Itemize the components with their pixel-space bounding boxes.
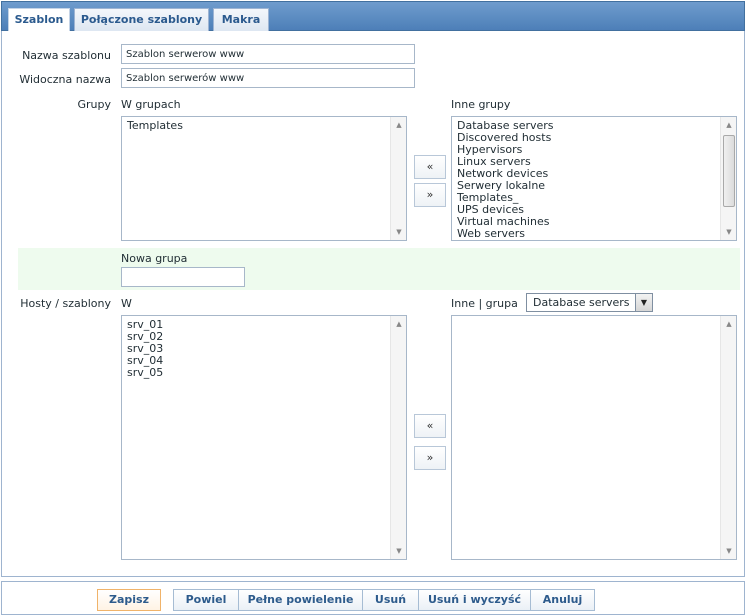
down-arrow-icon[interactable]: ▼ xyxy=(391,544,407,558)
down-arrow-icon[interactable]: ▼ xyxy=(721,225,737,239)
in-groups-listbox[interactable]: Templates ▲ ▼ xyxy=(121,116,407,241)
list-item[interactable]: srv_05 xyxy=(127,367,163,379)
hosts-in-label: W xyxy=(121,297,132,310)
down-arrow-icon[interactable]: ▼ xyxy=(721,544,737,558)
delete-and-clear-button[interactable]: Usuń i wyczyść xyxy=(418,589,531,611)
hosts-in-listbox[interactable]: srv_01 srv_02 srv_03 srv_04 srv_05 ▲ ▼ xyxy=(121,315,407,560)
hosts-in-items: srv_01 srv_02 srv_03 srv_04 srv_05 xyxy=(127,319,163,379)
other-groups-listbox[interactable]: Database servers Discovered hosts Hypervis… xyxy=(451,116,737,241)
clone-button[interactable]: Powiel xyxy=(173,589,239,611)
groups-label: Grupy xyxy=(77,98,111,111)
form-footer: Zapisz Powiel Pełne powielenie Usuń Usuń… xyxy=(1,581,745,615)
hosts-other-listbox[interactable]: ▲ ▼ xyxy=(451,315,737,560)
move-group-right-button[interactable]: » xyxy=(414,183,446,207)
group-select-value: Database servers xyxy=(533,296,630,309)
other-groups-items: Database servers Discovered hosts Hypervis… xyxy=(457,120,554,240)
dropdown-arrow-icon[interactable]: ▼ xyxy=(635,294,652,311)
save-button[interactable]: Zapisz xyxy=(97,589,161,611)
tab-linked-templates[interactable]: Połączone szablony xyxy=(74,8,209,32)
up-arrow-icon[interactable]: ▲ xyxy=(391,317,407,331)
hosts-other-scrollbar[interactable]: ▲ ▼ xyxy=(720,316,736,559)
template-name-input[interactable] xyxy=(121,44,415,64)
new-group-input[interactable] xyxy=(121,267,245,287)
move-host-left-button[interactable]: « xyxy=(414,414,446,438)
in-groups-label: W grupach xyxy=(121,98,181,111)
template-name-label: Nazwa szablonu xyxy=(22,49,111,62)
full-clone-button[interactable]: Pełne powielenie xyxy=(238,589,363,611)
visible-name-label: Widoczna nazwa xyxy=(19,73,111,86)
hosts-in-scrollbar[interactable]: ▲ ▼ xyxy=(390,316,406,559)
other-groups-label: Inne grupy xyxy=(451,98,511,111)
scrollbar-thumb[interactable] xyxy=(723,135,735,207)
down-arrow-icon[interactable]: ▼ xyxy=(391,225,407,239)
tab-template[interactable]: Szablon xyxy=(8,8,70,33)
cancel-button[interactable]: Anuluj xyxy=(530,589,595,611)
up-arrow-icon[interactable]: ▲ xyxy=(721,118,737,132)
hosts-other-label: Inne | grupa xyxy=(451,297,518,310)
move-host-right-button[interactable]: » xyxy=(414,446,446,470)
up-arrow-icon[interactable]: ▲ xyxy=(721,317,737,331)
tab-bar: Szablon Połączone szablony Makra xyxy=(1,1,745,33)
in-groups-items: Templates xyxy=(127,120,183,132)
hosts-templates-label: Hosty / szablony xyxy=(20,297,111,310)
in-groups-scrollbar[interactable]: ▲ ▼ xyxy=(390,117,406,240)
visible-name-input[interactable] xyxy=(121,68,415,88)
new-group-label: Nowa grupa xyxy=(121,252,188,265)
delete-button[interactable]: Usuń xyxy=(362,589,419,611)
list-item[interactable]: Web servers xyxy=(457,228,554,240)
up-arrow-icon[interactable]: ▲ xyxy=(391,118,407,132)
list-item[interactable]: Templates xyxy=(127,120,183,132)
move-group-left-button[interactable]: « xyxy=(414,155,446,179)
tab-macros[interactable]: Makra xyxy=(213,8,269,32)
other-groups-scrollbar[interactable]: ▲ ▼ xyxy=(720,117,736,240)
group-select[interactable]: Database servers ▼ xyxy=(526,293,653,312)
